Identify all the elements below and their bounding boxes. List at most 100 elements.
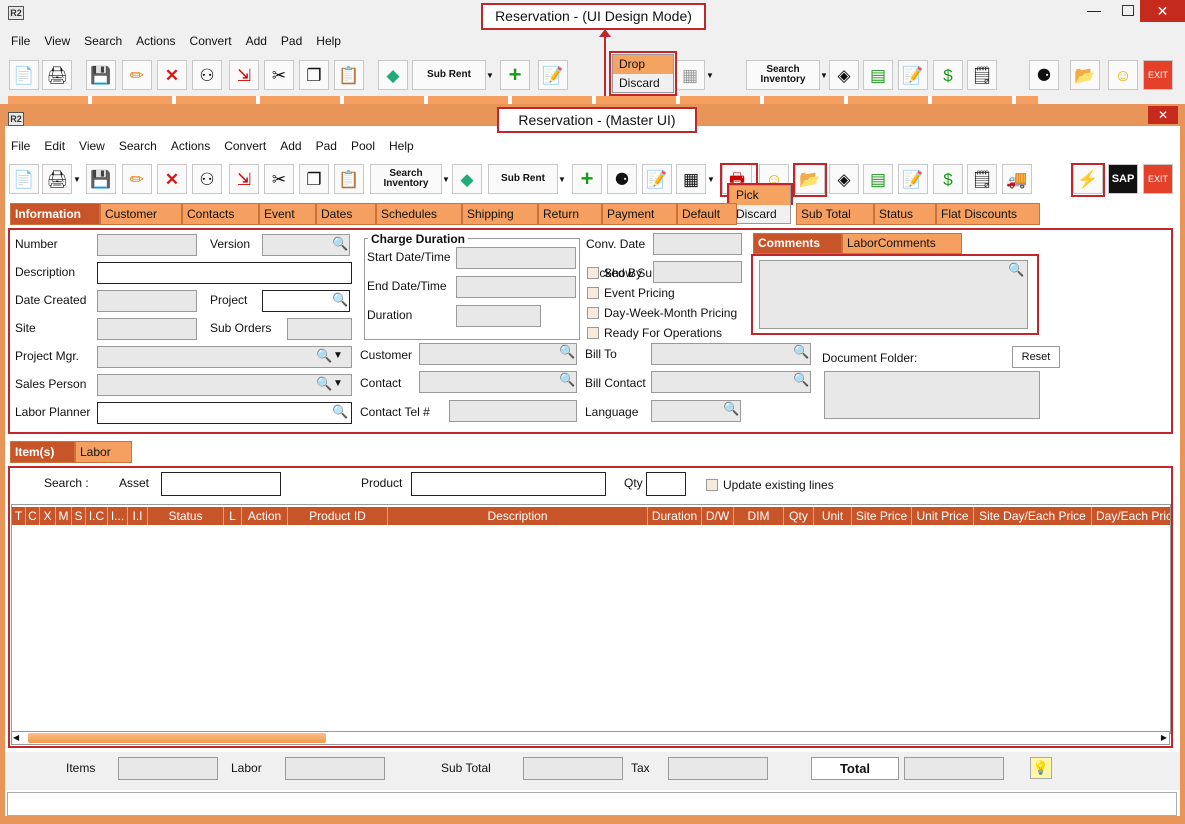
menu-convert[interactable]: Convert (183, 31, 239, 51)
delete-icon[interactable]: ✕ (157, 164, 187, 194)
add-icon[interactable]: + (572, 164, 602, 194)
edit-pencil-icon[interactable]: ✏ (122, 60, 152, 90)
inner-menu-add[interactable]: Add (273, 136, 308, 156)
column-header[interactable]: L (224, 507, 242, 525)
scroll-right-icon[interactable]: ▶ (1161, 733, 1167, 742)
column-header[interactable]: T (12, 507, 26, 525)
grid-icon[interactable]: ▤ (863, 164, 893, 194)
minimize-icon[interactable]: — (1087, 2, 1101, 18)
report-icon[interactable]: 📝 (898, 60, 928, 90)
dropdown-arrow-icon[interactable]: ▼ (73, 164, 81, 194)
tab-labor[interactable]: Labor (75, 441, 132, 463)
chevron-down-icon[interactable]: ▼ (333, 350, 343, 361)
column-header[interactable]: Description (388, 507, 648, 525)
tab-schedules[interactable]: Schedules (376, 203, 462, 225)
folder-icon[interactable]: 📂 (1070, 60, 1100, 90)
exit-button[interactable]: EXIT (1143, 164, 1173, 194)
site-field[interactable] (97, 318, 197, 340)
search-icon[interactable]: 🔍 (316, 348, 332, 364)
tab-payment[interactable]: Payment (602, 203, 677, 225)
menu-add[interactable]: Add (239, 31, 274, 51)
search-inventory-button[interactable]: Search Inventory (746, 60, 820, 90)
inner-menu-view[interactable]: View (72, 136, 112, 156)
balls-icon[interactable]: ⚈ (607, 164, 637, 194)
tab-contacts[interactable]: Contacts (182, 203, 259, 225)
paste-icon[interactable]: 📋 (334, 60, 364, 90)
inner-menu-pool[interactable]: Pool (344, 136, 382, 156)
tab-dates[interactable]: Dates (316, 203, 376, 225)
customer-field[interactable] (419, 343, 577, 365)
grid-icon[interactable]: ▤ (863, 60, 893, 90)
copy-icon[interactable]: ❐ (299, 164, 329, 194)
column-header[interactable]: D/W (702, 507, 734, 525)
menu-item-discard[interactable]: Discard (613, 74, 673, 93)
column-header[interactable]: Duration (648, 507, 702, 525)
scroll-left-icon[interactable]: ◀ (13, 733, 19, 742)
paste-icon[interactable]: 📋 (334, 164, 364, 194)
document-folder-field[interactable] (824, 371, 1040, 419)
bill-contact-field[interactable] (651, 371, 811, 393)
smiley-icon[interactable]: ☺ (1108, 60, 1138, 90)
add-icon[interactable]: + (500, 60, 530, 90)
search-icon[interactable]: 🔍 (332, 404, 348, 420)
asset-input[interactable] (161, 472, 281, 496)
locked-by-field[interactable] (653, 261, 742, 283)
tab-customer[interactable]: Customer (100, 203, 182, 225)
new-document-icon[interactable]: 📄 (9, 164, 39, 194)
tab-default[interactable]: Default (677, 203, 737, 225)
column-header[interactable]: M (56, 507, 72, 525)
tab-comments[interactable]: Comments (753, 233, 842, 254)
report-icon[interactable]: 📝 (898, 164, 928, 194)
column-header[interactable]: Status (148, 507, 224, 525)
dropdown-arrow-icon[interactable]: ▼ (442, 164, 450, 194)
dropdown-arrow-icon[interactable]: ▼ (486, 60, 494, 90)
column-header[interactable]: Site Day/Each Price (974, 507, 1092, 525)
contact-tel-field[interactable] (449, 400, 577, 422)
tab-shipping[interactable]: Shipping (462, 203, 538, 225)
sap-button[interactable]: SAP (1108, 164, 1138, 194)
truck-icon[interactable]: 🚚 (1002, 164, 1032, 194)
column-header[interactable]: I... (108, 507, 128, 525)
ready-for-operations-checkbox[interactable] (587, 327, 599, 339)
save-icon[interactable]: 💾 (86, 60, 116, 90)
search-icon[interactable]: 🔍 (332, 236, 348, 252)
column-header[interactable]: Product ID (288, 507, 388, 525)
eraser-icon[interactable]: ◈ (829, 60, 859, 90)
inner-menu-pad[interactable]: Pad (309, 136, 344, 156)
inner-menu-convert[interactable]: Convert (217, 136, 273, 156)
print-icon[interactable]: 🖨 (42, 164, 72, 194)
search-icon[interactable]: 🔍 (332, 292, 348, 308)
balls-icon[interactable]: ⚈ (1029, 60, 1059, 90)
menu-actions[interactable]: Actions (129, 31, 182, 51)
column-header[interactable]: Qty (784, 507, 814, 525)
column-header[interactable]: X (40, 507, 56, 525)
tab-sub-total[interactable]: Sub Total (796, 203, 874, 225)
sub-rent-button[interactable]: Sub Rent (412, 60, 486, 90)
column-header[interactable]: I.I (128, 507, 148, 525)
binoculars-icon[interactable]: ⚇ (192, 60, 222, 90)
column-header[interactable]: C (26, 507, 40, 525)
comments-field[interactable] (759, 260, 1028, 329)
tab-status[interactable]: Status (874, 203, 936, 225)
start-datetime-field[interactable] (456, 247, 576, 269)
end-datetime-field[interactable] (456, 276, 576, 298)
shapes-icon[interactable]: ◆ (378, 60, 408, 90)
menu-pad[interactable]: Pad (274, 31, 309, 51)
column-header[interactable]: DIM (734, 507, 784, 525)
column-header[interactable]: Site Price (852, 507, 912, 525)
search-icon[interactable]: 🔍 (793, 344, 809, 360)
inner-menu-actions[interactable]: Actions (164, 136, 217, 156)
cut-icon[interactable]: ✂ (264, 60, 294, 90)
event-pricing-checkbox[interactable] (587, 287, 599, 299)
copy-document-icon[interactable]: ⇲ (229, 164, 259, 194)
bill-to-field[interactable] (651, 343, 811, 365)
binoculars-icon[interactable]: ⚇ (192, 164, 222, 194)
menu-search[interactable]: Search (77, 31, 129, 51)
dropdown-arrow-icon[interactable]: ▼ (706, 60, 714, 90)
dropdown-arrow-icon[interactable]: ▼ (820, 60, 828, 90)
sales-person-field[interactable] (97, 374, 352, 396)
number-field[interactable] (97, 234, 197, 256)
update-existing-lines-checkbox[interactable] (706, 479, 718, 491)
search-icon[interactable]: 🔍 (559, 344, 575, 360)
lightbulb-icon[interactable]: 💡 (1030, 757, 1052, 779)
